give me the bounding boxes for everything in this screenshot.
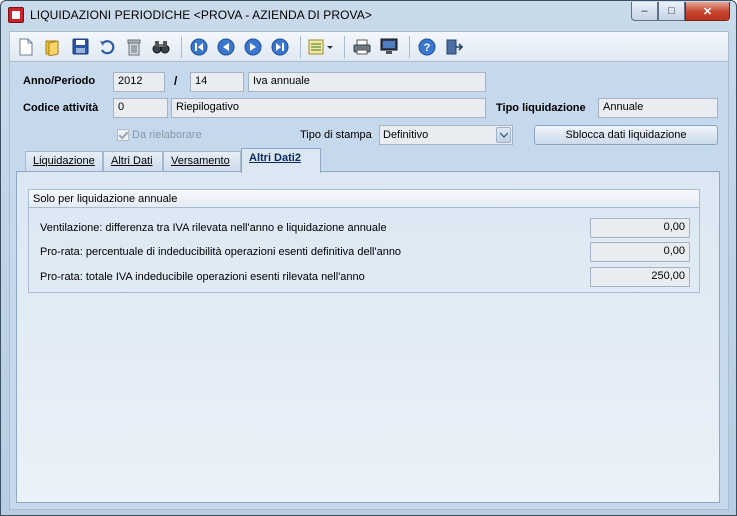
new-icon[interactable] bbox=[14, 35, 38, 59]
anno-periodo-label: Anno/Periodo bbox=[23, 75, 96, 87]
chevron-down-icon[interactable] bbox=[496, 127, 511, 143]
codice-attivita-description: Riepilogativo bbox=[171, 98, 486, 118]
delete-icon[interactable] bbox=[122, 35, 146, 59]
da-rielaborare-checkbox[interactable] bbox=[117, 129, 129, 141]
save-icon[interactable] bbox=[68, 35, 92, 59]
prorata-totale-field[interactable]: 250,00 bbox=[590, 267, 690, 287]
tab-liquidazione[interactable]: Liquidazione bbox=[25, 151, 103, 171]
close-icon: ✕ bbox=[702, 5, 713, 18]
anno-field[interactable]: 2012 bbox=[113, 72, 165, 92]
prorata-percentuale-field[interactable]: 0,00 bbox=[590, 242, 690, 262]
toolbar-separator bbox=[409, 35, 410, 58]
tipo-stampa-select[interactable]: Definitivo bbox=[379, 125, 513, 145]
open-icon[interactable] bbox=[41, 35, 65, 59]
window-title: LIQUIDAZIONI PERIODICHE <PROVA - AZIENDA… bbox=[30, 8, 372, 22]
options-icon[interactable] bbox=[306, 35, 336, 59]
maximize-button[interactable]: □ bbox=[658, 2, 685, 21]
title-bar[interactable]: LIQUIDAZIONI PERIODICHE <PROVA - AZIENDA… bbox=[1, 1, 736, 29]
periodo-field[interactable]: 14 bbox=[190, 72, 244, 92]
window-controls: – □ ✕ bbox=[631, 2, 730, 21]
tipo-stampa-label: Tipo di stampa bbox=[300, 129, 372, 141]
codice-attivita-field[interactable]: 0 bbox=[113, 98, 168, 118]
maximize-icon: □ bbox=[668, 5, 675, 17]
ventilazione-label: Ventilazione: differenza tra IVA rilevat… bbox=[40, 222, 387, 234]
toolbar: ? bbox=[9, 31, 729, 62]
sblocca-dati-button[interactable]: Sblocca dati liquidazione bbox=[534, 125, 718, 145]
tab-altri-dati[interactable]: Altri Dati bbox=[103, 151, 163, 171]
print-icon[interactable] bbox=[350, 35, 374, 59]
prorata-percentuale-label: Pro-rata: percentuale di indeducibilità … bbox=[40, 246, 402, 258]
preview-icon[interactable] bbox=[377, 35, 401, 59]
tipo-liquidazione-label: Tipo liquidazione bbox=[496, 102, 586, 114]
da-rielaborare-label: Da rielaborare bbox=[132, 129, 202, 141]
ventilazione-field[interactable]: 0,00 bbox=[590, 218, 690, 238]
main-window: LIQUIDAZIONI PERIODICHE <PROVA - AZIENDA… bbox=[0, 0, 737, 516]
periodo-description: Iva annuale bbox=[248, 72, 486, 92]
minimize-icon: – bbox=[641, 5, 648, 17]
first-record-icon[interactable] bbox=[187, 35, 211, 59]
svg-text:?: ? bbox=[424, 42, 431, 54]
tipo-stampa-value: Definitivo bbox=[383, 129, 429, 141]
prorata-totale-label: Pro-rata: totale IVA indeducibile operaz… bbox=[40, 271, 365, 283]
last-record-icon[interactable] bbox=[268, 35, 292, 59]
toolbar-separator bbox=[181, 35, 182, 58]
toolbar-separator bbox=[300, 35, 301, 58]
tab-altri-dati2[interactable]: Altri Dati2 bbox=[241, 148, 321, 173]
toolbar-separator bbox=[344, 35, 345, 58]
app-icon[interactable] bbox=[8, 7, 24, 23]
group-title: Solo per liquidazione annuale bbox=[29, 190, 699, 208]
find-icon[interactable] bbox=[149, 35, 173, 59]
tipo-liquidazione-field: Annuale bbox=[598, 98, 718, 118]
next-record-icon[interactable] bbox=[241, 35, 265, 59]
minimize-button[interactable]: – bbox=[631, 2, 658, 21]
exit-icon[interactable] bbox=[442, 35, 466, 59]
help-icon[interactable]: ? bbox=[415, 35, 439, 59]
undo-icon[interactable] bbox=[95, 35, 119, 59]
codice-attivita-label: Codice attività bbox=[23, 102, 99, 114]
close-button[interactable]: ✕ bbox=[685, 2, 730, 21]
tab-versamento[interactable]: Versamento bbox=[163, 151, 241, 171]
period-separator: / bbox=[174, 74, 178, 88]
previous-record-icon[interactable] bbox=[214, 35, 238, 59]
